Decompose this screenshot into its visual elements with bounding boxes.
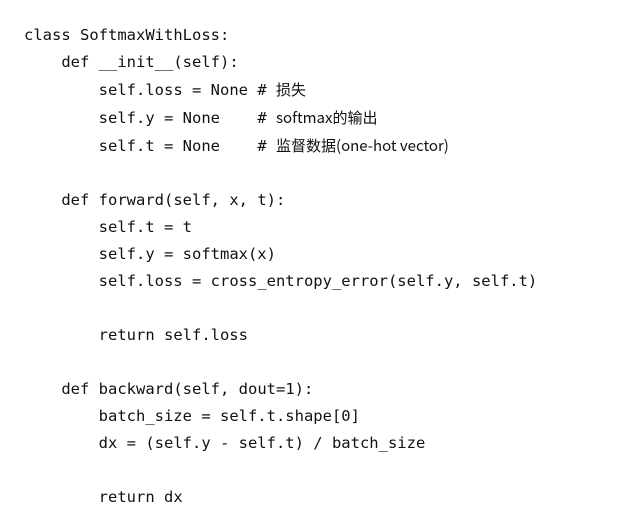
lhs: batch_size <box>99 407 192 425</box>
code-line-15: batch_size = self.t.shape[0] <box>24 407 360 425</box>
keyword-return: return <box>99 326 155 344</box>
dot: . <box>136 137 145 155</box>
args: self, x, t <box>173 191 266 209</box>
code-line-12: return self.loss <box>24 326 248 344</box>
const-none: None <box>211 81 248 99</box>
rhs: self.t.shape[0] <box>220 407 360 425</box>
code-line-4: self.y = None # softmax的输出 <box>24 109 377 127</box>
dot: . <box>136 81 145 99</box>
attr-y: y <box>145 109 154 127</box>
keyword-def: def <box>61 380 89 398</box>
code-line-16: dx = (self.y - self.t) / batch_size <box>24 434 425 452</box>
comment-text: 损失 <box>276 79 306 100</box>
comment-hash-icon: # <box>257 137 276 155</box>
const-none: None <box>183 137 220 155</box>
equals: = <box>183 81 211 99</box>
ident-self: self <box>99 137 136 155</box>
equals: = <box>117 434 145 452</box>
code-line-10: self.loss = cross_entropy_error(self.y, … <box>24 272 537 290</box>
return-expr: dx <box>155 488 183 506</box>
code-line-7: def forward(self, x, t): <box>24 191 285 209</box>
paren-close: ) <box>267 191 276 209</box>
code-listing: class SoftmaxWithLoss: def __init__(self… <box>24 22 615 511</box>
comment-text: 监督数据(one-hot vector) <box>276 135 449 156</box>
equals: = <box>192 407 220 425</box>
ident-self: self <box>99 109 136 127</box>
equals: = <box>155 137 183 155</box>
rhs: softmax(x) <box>183 245 276 263</box>
const-none: None <box>183 109 220 127</box>
dot: . <box>136 109 145 127</box>
rhs: cross_entropy_error(self.y, self.t) <box>211 272 538 290</box>
lhs: self.t <box>99 218 155 236</box>
comment-text: softmax的输出 <box>276 107 377 128</box>
colon: : <box>304 380 313 398</box>
paren-open: ( <box>173 380 182 398</box>
code-line-2: def __init__(self): <box>24 53 239 71</box>
lhs: self.y <box>99 245 155 263</box>
rhs: (self.y - self.t) / batch_size <box>145 434 425 452</box>
keyword-return: return <box>99 488 155 506</box>
paren-close: ) <box>295 380 304 398</box>
fn-backward: backward <box>99 380 174 398</box>
equals: = <box>155 245 183 263</box>
keyword-def: def <box>61 53 89 71</box>
arg-self: self <box>183 53 220 71</box>
lhs: self.loss <box>99 272 183 290</box>
ident-self: self <box>99 81 136 99</box>
attr-loss: loss <box>145 81 182 99</box>
lhs: dx <box>99 434 118 452</box>
args: self, dout=1 <box>183 380 295 398</box>
comment-hash-icon: # <box>257 109 276 127</box>
code-line-3: self.loss = None # 损失 <box>24 81 306 99</box>
code-line-1: class SoftmaxWithLoss: <box>24 26 229 44</box>
class-name: SoftmaxWithLoss <box>80 26 220 44</box>
keyword-def: def <box>61 191 89 209</box>
fn-forward: forward <box>99 191 164 209</box>
dunder-init: __init__ <box>99 53 174 71</box>
colon: : <box>276 191 285 209</box>
paren-open: ( <box>173 53 182 71</box>
keyword-class: class <box>24 26 71 44</box>
paren-open: ( <box>164 191 173 209</box>
code-line-14: def backward(self, dout=1): <box>24 380 313 398</box>
equals: = <box>155 218 183 236</box>
attr-t: t <box>145 137 154 155</box>
colon: : <box>220 26 229 44</box>
code-line-9: self.y = softmax(x) <box>24 245 276 263</box>
colon: : <box>229 53 238 71</box>
comment-hash-icon: # <box>257 81 276 99</box>
code-line-8: self.t = t <box>24 218 192 236</box>
code-line-5: self.t = None # 监督数据(one-hot vector) <box>24 137 449 155</box>
return-expr: self.loss <box>155 326 248 344</box>
equals: = <box>155 109 183 127</box>
equals: = <box>183 272 211 290</box>
rhs: t <box>183 218 192 236</box>
paren-close: ) <box>220 53 229 71</box>
code-line-18: return dx <box>24 488 183 506</box>
